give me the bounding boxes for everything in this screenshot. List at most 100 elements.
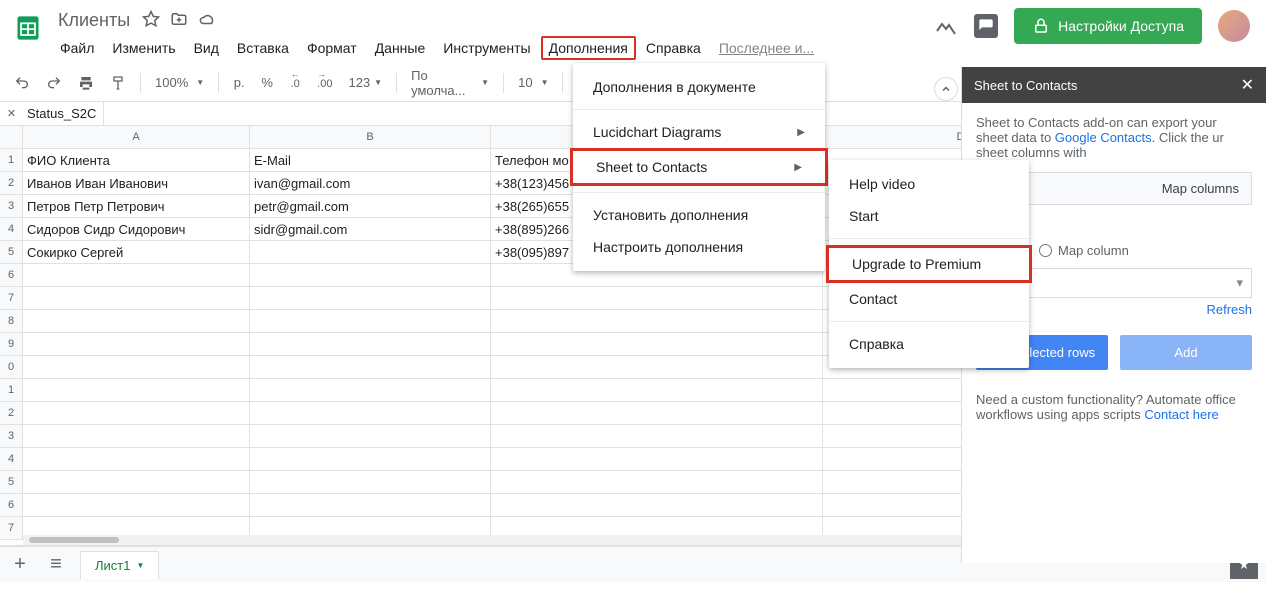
row-header[interactable]: 4 bbox=[0, 218, 23, 241]
contact-here-link[interactable]: Contact here bbox=[1144, 407, 1218, 422]
account-avatar[interactable] bbox=[1218, 10, 1250, 42]
cell[interactable] bbox=[250, 356, 491, 379]
dd-sheet-to-contacts[interactable]: Sheet to Contacts▶ bbox=[570, 148, 828, 186]
name-box[interactable]: Status_S2C bbox=[23, 106, 103, 121]
cell[interactable] bbox=[23, 379, 250, 402]
column-header[interactable]: A bbox=[23, 126, 250, 149]
font-select[interactable]: По умолча... bbox=[405, 68, 495, 98]
cell[interactable]: ivan@gmail.com bbox=[250, 172, 491, 195]
add-button[interactable]: Add bbox=[1120, 335, 1252, 370]
redo-button[interactable] bbox=[40, 70, 68, 96]
cell[interactable] bbox=[23, 356, 250, 379]
paint-format-button[interactable] bbox=[104, 70, 132, 96]
row-header[interactable]: 3 bbox=[0, 195, 23, 218]
menu-view[interactable]: Вид bbox=[186, 36, 227, 60]
dd-get-addons[interactable]: Установить дополнения bbox=[573, 199, 825, 231]
radio-map-column[interactable]: Map column bbox=[1039, 243, 1129, 258]
row-header[interactable]: 4 bbox=[0, 448, 23, 471]
dd-manage-addons[interactable]: Настроить дополнения bbox=[573, 231, 825, 263]
cell[interactable] bbox=[491, 310, 823, 333]
cell[interactable] bbox=[23, 310, 250, 333]
zoom-select[interactable]: 100% bbox=[149, 75, 210, 90]
format-percent[interactable]: % bbox=[255, 70, 279, 96]
cell[interactable]: Сидоров Сидр Сидорович bbox=[23, 218, 250, 241]
sub-contact[interactable]: Contact bbox=[829, 283, 1029, 315]
cell[interactable] bbox=[250, 402, 491, 425]
decrease-decimal[interactable]: .0← bbox=[283, 70, 307, 96]
row-header[interactable]: 7 bbox=[0, 287, 23, 310]
menu-insert[interactable]: Вставка bbox=[229, 36, 297, 60]
activity-icon[interactable] bbox=[934, 14, 958, 38]
google-contacts-link[interactable]: Google Contacts bbox=[1055, 130, 1152, 145]
row-header[interactable]: 2 bbox=[0, 172, 23, 195]
cell[interactable] bbox=[250, 264, 491, 287]
refresh-link[interactable]: Refresh bbox=[1206, 302, 1252, 317]
row-header[interactable]: 1 bbox=[0, 379, 23, 402]
cell[interactable]: E-Mail bbox=[250, 149, 491, 172]
print-button[interactable] bbox=[72, 70, 100, 96]
cell[interactable] bbox=[250, 333, 491, 356]
row-header[interactable]: 7 bbox=[0, 517, 23, 540]
cell[interactable] bbox=[491, 379, 823, 402]
row-header[interactable]: 2 bbox=[0, 402, 23, 425]
cell[interactable] bbox=[250, 287, 491, 310]
row-header[interactable]: 8 bbox=[0, 310, 23, 333]
cell[interactable] bbox=[23, 425, 250, 448]
menu-tools[interactable]: Инструменты bbox=[435, 36, 538, 60]
cell[interactable] bbox=[23, 494, 250, 517]
cell[interactable] bbox=[491, 471, 823, 494]
row-header[interactable]: 1 bbox=[0, 149, 23, 172]
star-icon[interactable] bbox=[142, 10, 160, 31]
cell[interactable] bbox=[250, 471, 491, 494]
cell[interactable] bbox=[250, 310, 491, 333]
all-sheets-button[interactable]: ≡ bbox=[44, 553, 68, 576]
add-sheet-button[interactable]: + bbox=[8, 553, 32, 576]
dd-doc-addons[interactable]: Дополнения в документе bbox=[573, 71, 825, 103]
select-all-cell[interactable] bbox=[0, 126, 23, 149]
sheets-logo[interactable] bbox=[8, 8, 48, 48]
cell[interactable] bbox=[491, 402, 823, 425]
cell[interactable] bbox=[491, 494, 823, 517]
row-header[interactable]: 0 bbox=[0, 356, 23, 379]
menu-format[interactable]: Формат bbox=[299, 36, 365, 60]
comments-icon[interactable] bbox=[974, 14, 998, 38]
sub-help[interactable]: Справка bbox=[829, 328, 1029, 360]
cell[interactable] bbox=[491, 425, 823, 448]
more-formats[interactable]: 123 bbox=[342, 70, 388, 96]
font-size-select[interactable]: 10 bbox=[512, 75, 554, 90]
row-header[interactable]: 6 bbox=[0, 494, 23, 517]
row-header[interactable]: 9 bbox=[0, 333, 23, 356]
cell[interactable] bbox=[491, 287, 823, 310]
cell[interactable]: sidr@gmail.com bbox=[250, 218, 491, 241]
cell[interactable] bbox=[23, 264, 250, 287]
menu-last-edit[interactable]: Последнее и... bbox=[711, 36, 822, 60]
cell[interactable] bbox=[23, 448, 250, 471]
format-currency[interactable]: р. bbox=[227, 70, 251, 96]
cell[interactable]: petr@gmail.com bbox=[250, 195, 491, 218]
cell[interactable] bbox=[250, 494, 491, 517]
sheet-tab-1[interactable]: Лист1 ▼ bbox=[80, 551, 159, 579]
column-header[interactable]: B bbox=[250, 126, 491, 149]
cell[interactable] bbox=[250, 425, 491, 448]
row-header[interactable]: 6 bbox=[0, 264, 23, 287]
share-button[interactable]: Настройки Доступа bbox=[1014, 8, 1202, 44]
cell[interactable] bbox=[491, 448, 823, 471]
sub-start[interactable]: Start bbox=[829, 200, 1029, 232]
undo-button[interactable] bbox=[8, 70, 36, 96]
namebox-dropdown[interactable]: ✕ bbox=[0, 107, 23, 120]
row-header[interactable]: 5 bbox=[0, 471, 23, 494]
menu-addons[interactable]: Дополнения bbox=[541, 36, 636, 60]
move-icon[interactable] bbox=[170, 10, 188, 31]
menu-data[interactable]: Данные bbox=[367, 36, 434, 60]
document-title[interactable]: Клиенты bbox=[52, 8, 136, 33]
sub-upgrade-premium[interactable]: Upgrade to Premium bbox=[826, 245, 1032, 283]
dd-lucidchart[interactable]: Lucidchart Diagrams▶ bbox=[573, 116, 825, 148]
menu-file[interactable]: Файл bbox=[52, 36, 102, 60]
cell[interactable]: Иванов Иван Иванович bbox=[23, 172, 250, 195]
cell[interactable]: ФИО Клиента bbox=[23, 149, 250, 172]
cell[interactable] bbox=[23, 402, 250, 425]
menu-edit[interactable]: Изменить bbox=[104, 36, 183, 60]
cell[interactable] bbox=[491, 356, 823, 379]
cloud-icon[interactable] bbox=[198, 10, 216, 31]
cell[interactable]: Петров Петр Петрович bbox=[23, 195, 250, 218]
